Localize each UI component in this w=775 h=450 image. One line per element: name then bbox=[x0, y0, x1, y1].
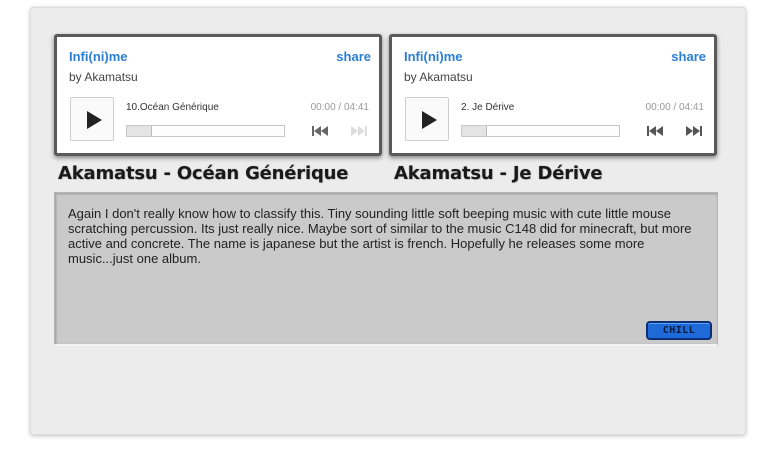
play-button[interactable] bbox=[70, 97, 114, 141]
share-link[interactable]: share bbox=[336, 49, 371, 64]
progress-bar[interactable] bbox=[126, 125, 285, 137]
audio-player-2: Infi(ni)me share by Akamatsu 2. Je Dériv… bbox=[389, 34, 717, 156]
progress-handle[interactable] bbox=[462, 126, 487, 136]
artist-link[interactable]: by Akamatsu bbox=[69, 70, 138, 84]
next-track-icon[interactable] bbox=[349, 126, 367, 136]
play-button[interactable] bbox=[405, 97, 449, 141]
album-link[interactable]: Infi(ni)me bbox=[69, 49, 128, 64]
description-panel: Again I don't really know how to classif… bbox=[54, 192, 718, 346]
share-link[interactable]: share bbox=[671, 49, 706, 64]
progress-bar[interactable] bbox=[461, 125, 620, 137]
track-caption: Akamatsu - Je Dérive bbox=[394, 163, 603, 184]
track-caption: Akamatsu - Océan Générique bbox=[58, 163, 349, 184]
next-track-icon[interactable] bbox=[684, 126, 702, 136]
time-display: 00:00 / 04:41 bbox=[310, 102, 369, 113]
page-footer-edge bbox=[0, 444, 775, 450]
progress-handle[interactable] bbox=[127, 126, 152, 136]
track-title: 10.Océan Générique bbox=[126, 102, 219, 113]
artist-link[interactable]: by Akamatsu bbox=[404, 70, 473, 84]
previous-track-icon[interactable] bbox=[647, 126, 665, 136]
previous-track-icon[interactable] bbox=[312, 126, 330, 136]
track-title: 2. Je Dérive bbox=[461, 102, 515, 113]
album-link[interactable]: Infi(ni)me bbox=[404, 49, 463, 64]
play-icon bbox=[87, 111, 102, 129]
genre-tag-button[interactable]: CHILL bbox=[646, 321, 712, 340]
audio-player-1: Infi(ni)me share by Akamatsu 10.Océan Gé… bbox=[54, 34, 382, 156]
time-display: 00:00 / 04:41 bbox=[645, 102, 704, 113]
description-text: Again I don't really know how to classif… bbox=[68, 206, 692, 266]
play-icon bbox=[422, 111, 437, 129]
